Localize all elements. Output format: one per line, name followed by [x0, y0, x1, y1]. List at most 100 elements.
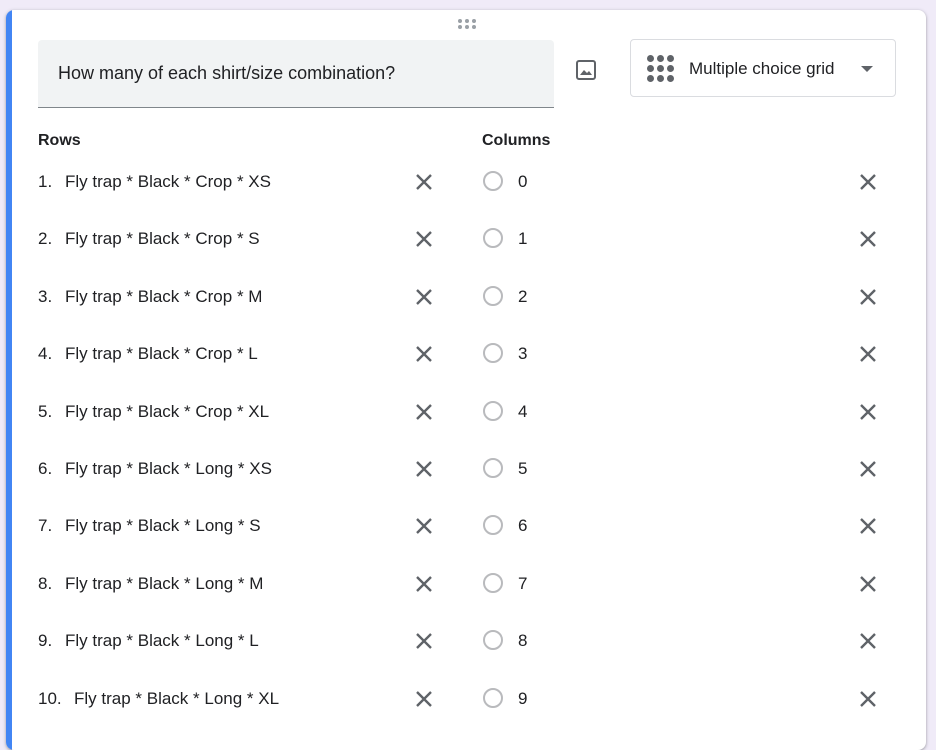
close-icon	[860, 403, 876, 420]
radio-circle-icon[interactable]	[483, 572, 503, 593]
remove-column-button[interactable]	[856, 572, 880, 596]
close-icon	[860, 231, 876, 248]
row-label[interactable]: Fly trap * Black * Crop * XS	[65, 172, 271, 192]
remove-column-button[interactable]	[856, 227, 880, 251]
rows-heading: Rows	[38, 132, 81, 149]
rows-list: 1. Fly trap * Black * Crop * XS 2. Fly t…	[38, 154, 458, 728]
column-label[interactable]: 8	[518, 631, 527, 651]
row-item[interactable]: 1. Fly trap * Black * Crop * XS	[38, 154, 458, 211]
row-item[interactable]: 6. Fly trap * Black * Long * XS	[38, 441, 458, 498]
add-image-button[interactable]	[572, 56, 600, 84]
radio-circle-icon[interactable]	[483, 515, 503, 536]
row-label[interactable]: Fly trap * Black * Crop * XL	[65, 402, 269, 422]
row-item[interactable]: 2. Fly trap * Black * Crop * S	[38, 211, 458, 268]
remove-row-button[interactable]	[412, 687, 436, 711]
row-number: 1.	[38, 172, 53, 191]
radio-circle-icon[interactable]	[483, 228, 503, 249]
row-label[interactable]: Fly trap * Black * Long * S	[65, 516, 261, 536]
column-item[interactable]: 7	[482, 556, 882, 613]
columns-list: 0 1 2 3 4 5 6 7 8 9	[482, 154, 882, 728]
remove-row-button[interactable]	[412, 285, 436, 309]
row-label[interactable]: Fly trap * Black * Crop * S	[65, 229, 260, 249]
remove-row-button[interactable]	[412, 170, 436, 194]
remove-column-button[interactable]	[856, 514, 880, 538]
row-number: 7.	[38, 516, 53, 536]
radio-circle-icon[interactable]	[483, 285, 503, 306]
row-item[interactable]: 10. Fly trap * Black * Long * XL	[38, 671, 458, 728]
remove-column-button[interactable]	[856, 285, 880, 309]
close-icon	[860, 518, 876, 535]
column-label[interactable]: 6	[518, 516, 527, 536]
row-label[interactable]: Fly trap * Black * Long * XL	[74, 689, 279, 709]
remove-column-button[interactable]	[856, 400, 880, 424]
column-label[interactable]: 7	[518, 574, 527, 594]
remove-row-button[interactable]	[412, 342, 436, 366]
row-label[interactable]: Fly trap * Black * Crop * L	[65, 344, 258, 364]
close-icon	[416, 461, 432, 477]
radio-circle-icon[interactable]	[483, 400, 503, 421]
row-label[interactable]: Fly trap * Black * Long * M	[65, 574, 263, 594]
close-icon	[416, 174, 432, 190]
column-item[interactable]: 8	[482, 613, 882, 670]
row-item[interactable]: 9. Fly trap * Black * Long * L	[38, 613, 458, 670]
remove-row-button[interactable]	[412, 629, 436, 653]
close-icon	[416, 690, 432, 707]
column-item[interactable]: 6	[482, 498, 882, 555]
remove-column-button[interactable]	[856, 687, 880, 711]
question-title-field[interactable]	[38, 40, 554, 108]
radio-circle-icon[interactable]	[483, 457, 503, 478]
column-item[interactable]: 2	[482, 269, 882, 326]
row-label[interactable]: Fly trap * Black * Long * XS	[65, 459, 272, 479]
column-item[interactable]: 5	[482, 441, 882, 498]
column-item[interactable]: 1	[482, 211, 882, 268]
row-number: 8.	[38, 573, 53, 593]
column-label[interactable]: 9	[518, 689, 527, 709]
remove-column-button[interactable]	[856, 629, 880, 653]
close-icon	[860, 461, 876, 477]
question-title-input[interactable]	[58, 40, 538, 106]
column-label[interactable]: 0	[518, 172, 527, 192]
column-item[interactable]: 0	[482, 154, 882, 211]
column-item[interactable]: 3	[482, 326, 882, 383]
remove-row-button[interactable]	[412, 227, 436, 251]
close-icon	[416, 518, 432, 535]
close-icon	[416, 288, 432, 305]
question-card[interactable]: Multiple choice grid Rows Columns 1. Fly…	[6, 10, 926, 750]
remove-column-button[interactable]	[856, 457, 880, 481]
column-label[interactable]: 5	[518, 459, 527, 479]
remove-row-button[interactable]	[412, 572, 436, 596]
radio-circle-icon[interactable]	[483, 630, 503, 651]
radio-circle-icon[interactable]	[483, 343, 503, 364]
close-icon	[416, 575, 432, 592]
row-number: 6.	[38, 458, 53, 478]
active-card-indicator	[6, 10, 12, 750]
remove-column-button[interactable]	[856, 170, 880, 194]
row-number: 5.	[38, 401, 53, 421]
drag-handle-icon[interactable]	[458, 19, 478, 31]
column-item[interactable]: 4	[482, 384, 882, 441]
remove-row-button[interactable]	[412, 400, 436, 424]
row-label[interactable]: Fly trap * Black * Long * L	[65, 631, 259, 651]
remove-row-button[interactable]	[412, 514, 436, 538]
column-label[interactable]: 1	[518, 229, 527, 249]
column-label[interactable]: 4	[518, 402, 527, 422]
question-type-dropdown[interactable]: Multiple choice grid	[630, 39, 896, 97]
close-icon	[860, 690, 876, 707]
radio-circle-icon[interactable]	[483, 687, 503, 708]
remove-row-button[interactable]	[412, 457, 436, 481]
row-number: 9.	[38, 631, 53, 651]
row-item[interactable]: 7. Fly trap * Black * Long * S	[38, 498, 458, 555]
row-item[interactable]: 8. Fly trap * Black * Long * M	[38, 556, 458, 613]
column-label[interactable]: 3	[518, 344, 527, 364]
row-number: 4.	[38, 344, 53, 364]
remove-column-button[interactable]	[856, 342, 880, 366]
column-item[interactable]: 9	[482, 671, 882, 728]
column-label[interactable]: 2	[518, 287, 527, 307]
row-item[interactable]: 3. Fly trap * Black * Crop * M	[38, 269, 458, 326]
row-item[interactable]: 4. Fly trap * Black * Crop * L	[38, 326, 458, 383]
close-icon	[860, 575, 876, 592]
row-item[interactable]: 5. Fly trap * Black * Crop * XL	[38, 384, 458, 441]
row-label[interactable]: Fly trap * Black * Crop * M	[65, 287, 262, 307]
image-icon	[576, 60, 596, 80]
radio-circle-icon[interactable]	[483, 171, 503, 191]
